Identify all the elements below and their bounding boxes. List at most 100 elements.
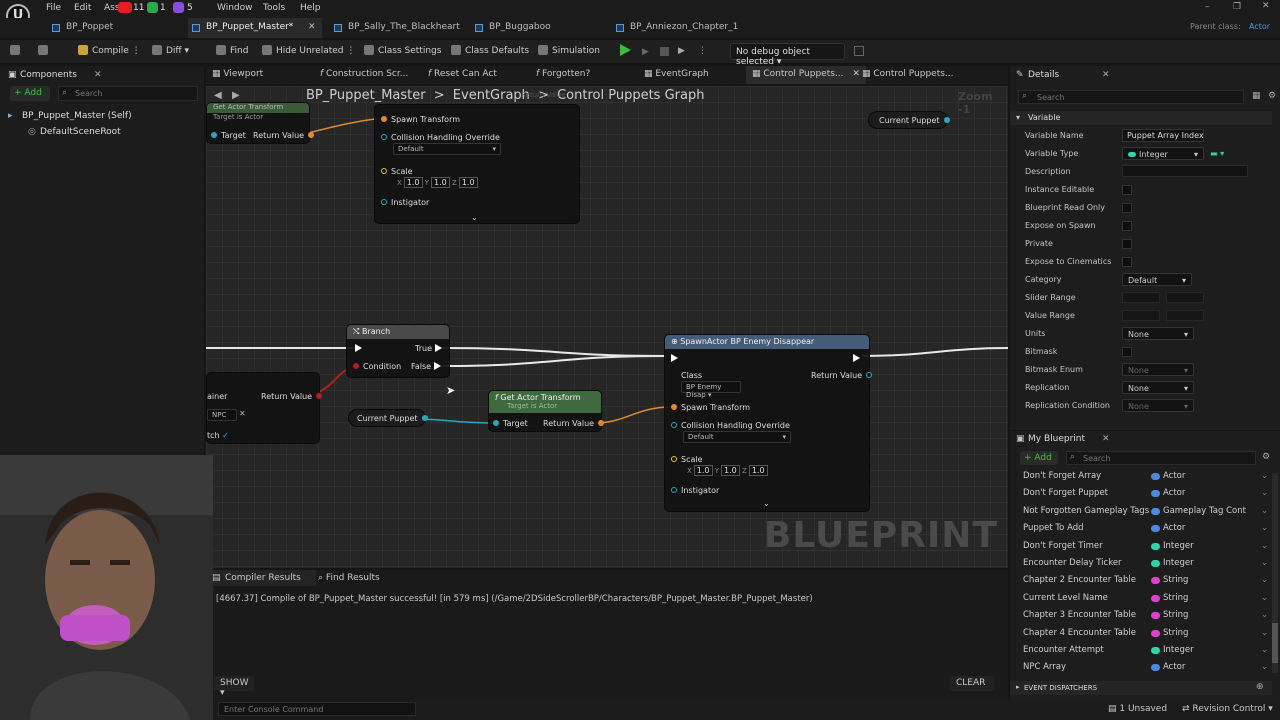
play-icon[interactable]	[620, 44, 631, 56]
tab-eventgraph[interactable]: ▦ EventGraph	[644, 69, 709, 79]
chevron-down-icon[interactable]: ⌄	[1261, 541, 1268, 551]
close-panel-icon[interactable]: ✕	[94, 70, 102, 80]
details-search-input[interactable]	[1018, 90, 1244, 104]
unsaved-indicator[interactable]: ▤ 1 Unsaved	[1108, 704, 1167, 714]
node-get-actor-transform[interactable]: f Get Actor Transform Target is Actor Tar…	[488, 390, 605, 432]
blueprint-graph-canvas[interactable]: BP_Puppet_Master > EventGraph > Control …	[206, 86, 1008, 568]
pin-return-value[interactable]: Return Value	[811, 371, 876, 380]
variable-row[interactable]: Not Forgotten Gameplay Tags Gameplay Tag …	[1023, 506, 1273, 521]
pin-true[interactable]: True	[415, 344, 442, 353]
tab-forgotten[interactable]: f Forgotten?	[536, 69, 590, 79]
pin-scale[interactable]: Scale	[377, 167, 413, 176]
graph-back-icon[interactable]: ◀	[214, 90, 222, 101]
variable-row[interactable]: NPC Array Actor ⌄	[1023, 662, 1273, 677]
variable-row[interactable]: Don't Forget Array Actor ⌄	[1023, 471, 1273, 486]
close-tab-icon[interactable]: ✕	[852, 69, 860, 79]
tab-control-puppets-active[interactable]: ▦ Control Puppets... ✕	[746, 66, 866, 84]
component-self[interactable]: BP_Puppet_Master (Self)	[22, 111, 132, 121]
bitmask-enum-select[interactable]: None ▾	[1122, 363, 1194, 376]
node-branch[interactable]: ⤭ Branch True False Condition	[346, 324, 450, 378]
chevron-down-icon[interactable]: ⌄	[1261, 628, 1268, 638]
menu-tools[interactable]: Tools	[263, 3, 285, 13]
variable-row[interactable]: Chapter 3 Encounter Table String ⌄	[1023, 610, 1273, 625]
find-button[interactable]: Find	[216, 45, 248, 56]
category-select[interactable]: Default ▾	[1122, 273, 1192, 286]
description-input[interactable]	[1122, 165, 1248, 177]
pin-exec-in[interactable]	[355, 344, 362, 353]
variable-row[interactable]: Puppet To Add Actor ⌄	[1023, 523, 1273, 538]
scale-z-field[interactable]: 1.0	[458, 177, 478, 188]
tab-construction-script[interactable]: f Construction Scr...	[320, 69, 408, 79]
clear-button[interactable]: CLEAR	[950, 676, 994, 691]
pin-return-value[interactable]: Return Value	[261, 392, 326, 401]
chevron-down-icon[interactable]: ⌄	[1261, 488, 1268, 498]
stop-icon[interactable]	[660, 47, 669, 56]
pin-current-puppet[interactable]: Current Puppet	[357, 414, 432, 423]
variable-row[interactable]: Don't Forget Timer Integer ⌄	[1023, 541, 1273, 556]
menu-asset[interactable]: Asset	[104, 3, 118, 13]
debug-icon[interactable]	[854, 46, 864, 56]
class-dropdown[interactable]: BP Enemy Disap ▾	[681, 381, 741, 399]
slider-range-min-input[interactable]	[1122, 292, 1160, 303]
chevron-down-icon[interactable]: ⌄	[1261, 645, 1268, 655]
chevron-down-icon[interactable]: ⌄	[1261, 523, 1268, 533]
replication-condition-select[interactable]: None ▾	[1122, 399, 1194, 412]
variable-row[interactable]: Encounter Delay Ticker Integer ⌄	[1023, 558, 1273, 573]
menu-file[interactable]: File	[46, 3, 61, 13]
browse-icon[interactable]	[38, 45, 52, 56]
tab-find-results[interactable]: ⌕ Find Results	[318, 573, 380, 583]
value-range-min-input[interactable]	[1122, 310, 1160, 321]
bitmask-checkbox[interactable]	[1122, 347, 1132, 357]
node-current-puppet-top[interactable]: Current Puppet	[868, 111, 950, 129]
add-member-button[interactable]: + Add	[1020, 451, 1058, 465]
tab-viewport[interactable]: ▦ Viewport	[212, 69, 263, 79]
pin-spawn-transform[interactable]: Spawn Transform	[377, 115, 460, 124]
class-settings-button[interactable]: Class Settings	[364, 45, 441, 56]
menu-help[interactable]: Help	[300, 3, 321, 13]
tab-bp-puppet-master[interactable]: BP_Puppet_Master* ✕	[188, 18, 322, 38]
tab-bp-anniezon[interactable]: BP_Anniezon_Chapter_1	[612, 18, 782, 38]
scrollbar[interactable]	[1272, 473, 1278, 673]
class-defaults-button[interactable]: Class Defaults	[451, 45, 529, 56]
pin-instigator[interactable]: Instigator	[667, 486, 719, 495]
tab-bp-poppet[interactable]: BP_Poppet	[48, 18, 188, 38]
variable-row[interactable]: Current Level Name String ⌄	[1023, 593, 1273, 608]
pin-target[interactable]: Target	[489, 419, 528, 428]
value-range-max-input[interactable]	[1166, 310, 1204, 321]
parent-class-value[interactable]: Actor	[1249, 22, 1270, 31]
menu-edit[interactable]: Edit	[74, 3, 91, 13]
close-window-icon[interactable]: ✕	[1262, 1, 1270, 11]
node-spawn-actor[interactable]: ⊕ SpawnActor BP Enemy Disappear Class Re…	[664, 334, 873, 512]
pin-false[interactable]: False	[411, 362, 441, 371]
pin-target[interactable]: Target	[207, 131, 246, 140]
tab-reset-can-act[interactable]: f Reset Can Act	[428, 69, 497, 79]
simulation-button[interactable]: Simulation	[538, 45, 600, 56]
chevron-down-icon[interactable]: ⌄	[1261, 662, 1268, 672]
scale-z-field[interactable]: 1.0	[748, 465, 768, 476]
scale-x-field[interactable]: 1.0	[693, 465, 713, 476]
breadcrumb-eventgraph[interactable]: EventGraph	[453, 88, 530, 103]
component-default-scene-root[interactable]: DefaultSceneRoot	[40, 127, 121, 137]
pin-instigator[interactable]: Instigator	[377, 198, 429, 207]
tab-bp-sally[interactable]: BP_Sally_The_Blackheart	[330, 18, 470, 38]
pin-return-value[interactable]: Return Value	[253, 131, 318, 140]
show-button[interactable]: SHOW ▾	[214, 676, 254, 698]
collision-dropdown[interactable]: Default ▾	[683, 431, 791, 443]
tab-control-puppets[interactable]: ▦ Control Puppets...	[862, 69, 954, 79]
collision-dropdown[interactable]: Default ▾	[393, 143, 501, 155]
close-panel-icon[interactable]: ✕	[1102, 434, 1110, 444]
gear-icon[interactable]: ⚙	[1262, 452, 1270, 462]
replication-select[interactable]: None ▾	[1122, 381, 1194, 394]
variable-row[interactable]: Encounter Attempt Integer ⌄	[1023, 645, 1273, 660]
pin-condition[interactable]: Condition	[349, 362, 401, 371]
bp-read-only-checkbox[interactable]	[1122, 203, 1132, 213]
close-tab-icon[interactable]: ✕	[308, 18, 316, 36]
variable-type-select[interactable]: Integer ▾	[1122, 147, 1204, 160]
tab-compiler-results[interactable]: ▤ Compiler Results	[206, 570, 316, 586]
node-get-actor-transform-top[interactable]: Get Actor Transform Target is Actor Targ…	[206, 102, 315, 144]
variable-row[interactable]: Chapter 4 Encounter Table String ⌄	[1023, 628, 1273, 643]
private-checkbox[interactable]	[1122, 239, 1132, 249]
chevron-down-icon[interactable]: ⌄	[1261, 575, 1268, 585]
step-icon[interactable]: ▶	[642, 47, 649, 57]
variable-section-header[interactable]: ▾ Variable	[1010, 111, 1272, 125]
